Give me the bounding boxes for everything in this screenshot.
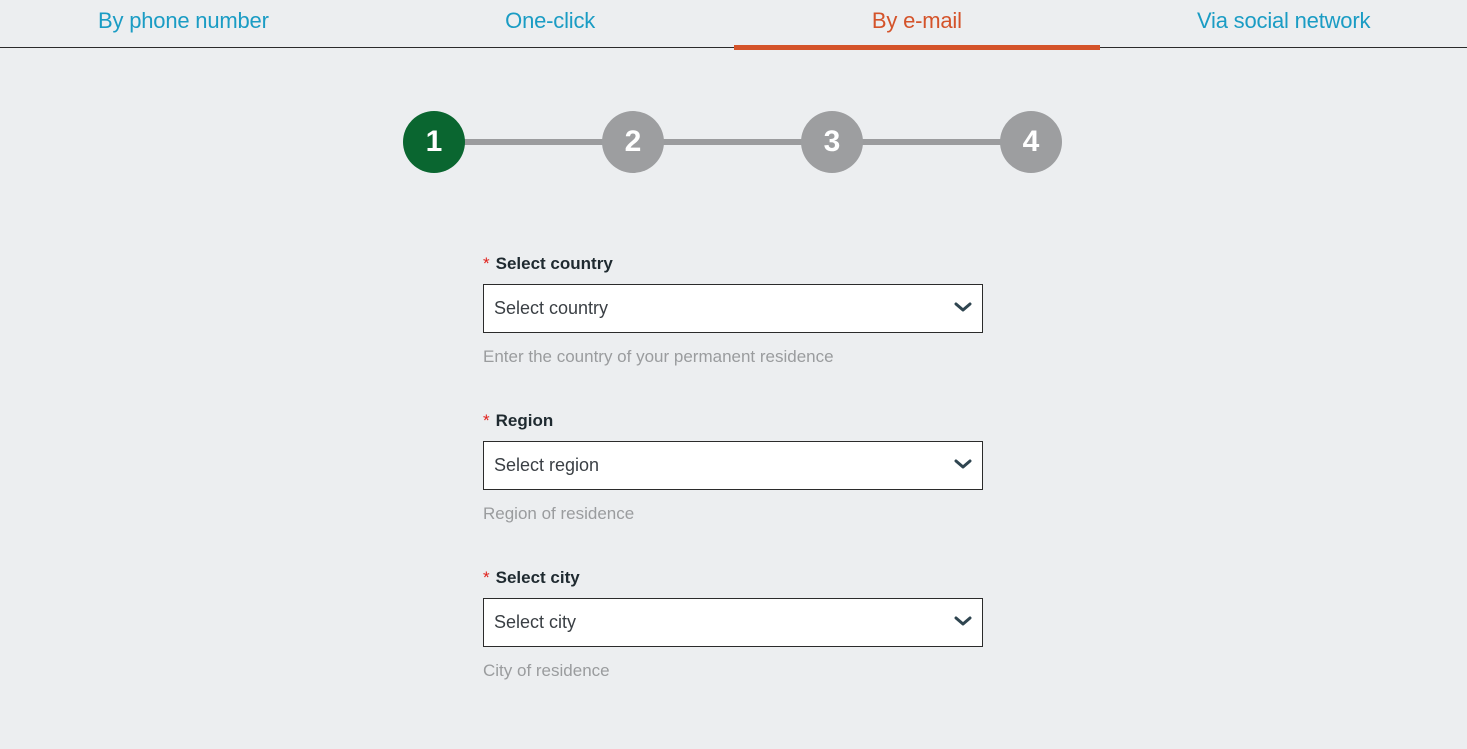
city-hint: City of residence <box>483 661 610 680</box>
region-select-value: Select region <box>494 455 600 475</box>
location-form: * Select country Select country Enter the… <box>483 252 983 723</box>
country-label-text: Select country <box>495 254 613 273</box>
step-3[interactable]: 3 <box>801 111 863 173</box>
region-field-group: * Region Select region Region of residenc… <box>483 409 983 566</box>
city-field-group: * Select city Select city City of residen… <box>483 566 983 723</box>
step-4[interactable]: 4 <box>1000 111 1062 173</box>
region-hint: Region of residence <box>483 504 635 523</box>
city-label-text: Select city <box>495 568 580 587</box>
country-select[interactable]: Select country <box>483 284 983 333</box>
chevron-down-icon <box>954 616 972 626</box>
tab-via-social-network[interactable]: Via social network <box>1100 0 1467 47</box>
chevron-down-icon <box>954 459 972 469</box>
required-marker: * <box>483 411 490 430</box>
country-hint: Enter the country of your permanent resi… <box>483 347 834 366</box>
country-field-group: * Select country Select country Enter the… <box>483 252 983 409</box>
country-label: * Select country <box>483 252 983 276</box>
region-label-text: Region <box>495 411 554 430</box>
city-select-value: Select city <box>494 612 577 632</box>
tab-by-phone-number[interactable]: By phone number <box>0 0 367 47</box>
stepper-connector-line <box>434 139 1031 145</box>
step-2[interactable]: 2 <box>602 111 664 173</box>
city-select[interactable]: Select city <box>483 598 983 647</box>
country-select-value: Select country <box>494 298 609 318</box>
chevron-down-icon <box>954 302 972 312</box>
region-select[interactable]: Select region <box>483 441 983 490</box>
required-marker: * <box>483 568 490 587</box>
registration-method-tabs: By phone number One-click By e-mail Via … <box>0 0 1467 50</box>
required-marker: * <box>483 254 490 273</box>
city-label: * Select city <box>483 566 983 590</box>
tab-by-email[interactable]: By e-mail <box>733 0 1101 50</box>
region-label: * Region <box>483 409 983 433</box>
tab-one-click[interactable]: One-click <box>367 0 734 47</box>
registration-stepper: 1 2 3 4 <box>403 111 1062 173</box>
step-1[interactable]: 1 <box>403 111 465 173</box>
